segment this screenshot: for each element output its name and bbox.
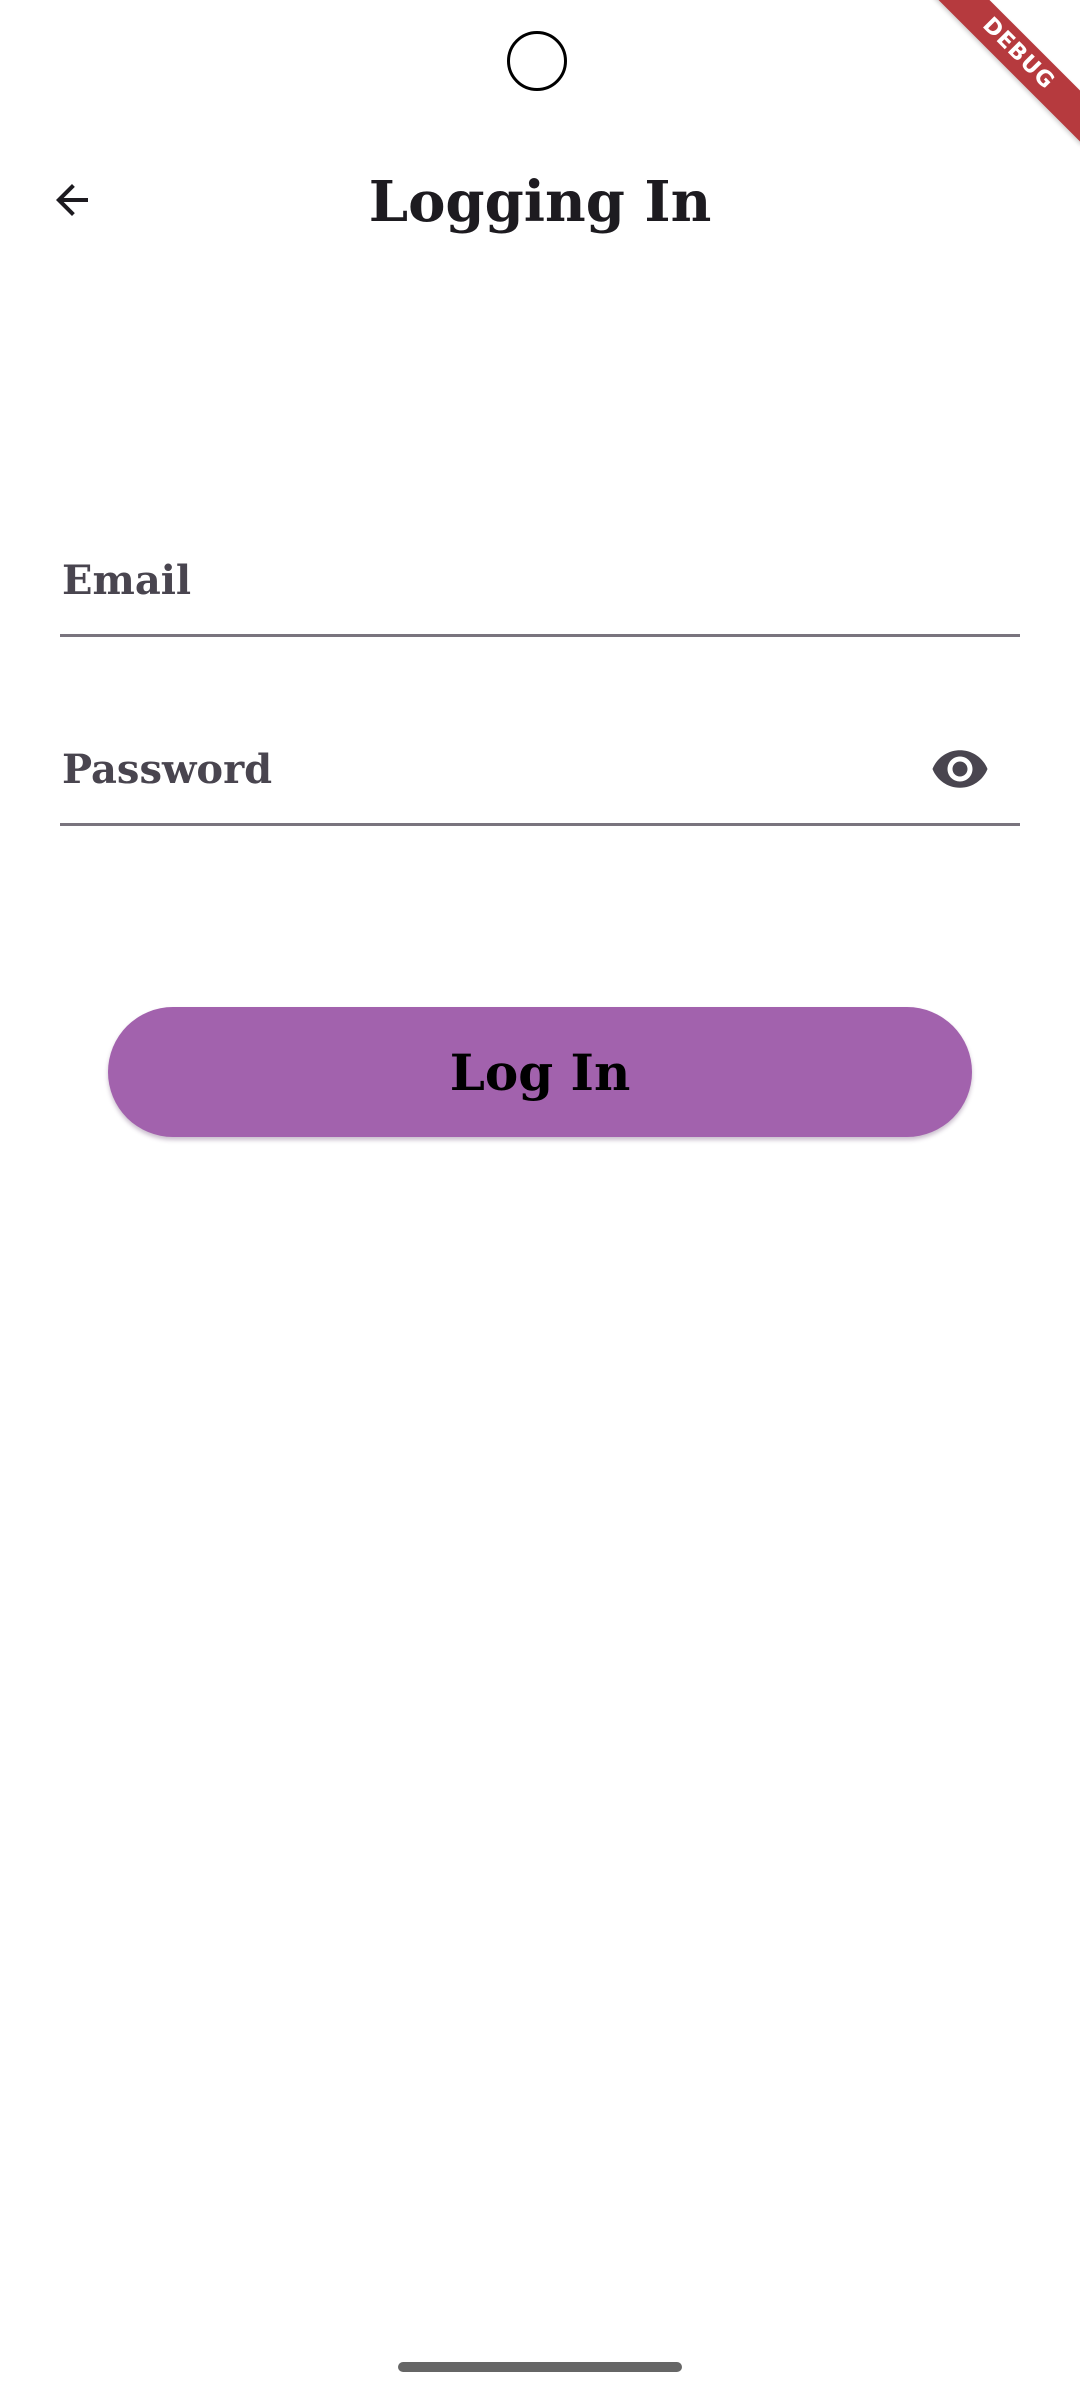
email-field[interactable] (60, 527, 1020, 637)
debug-label: DEBUG (927, 0, 1080, 145)
password-input[interactable] (60, 716, 1020, 823)
page-title: Logging In (368, 169, 712, 235)
eye-icon (930, 739, 990, 803)
camera-cutout (507, 31, 567, 91)
email-input[interactable] (60, 527, 1020, 634)
password-field[interactable] (60, 716, 1020, 826)
login-button[interactable]: Log In (108, 1007, 972, 1137)
home-indicator[interactable] (398, 2362, 682, 2372)
debug-banner: DEBUG (920, 0, 1080, 160)
password-visibility-toggle[interactable] (930, 741, 990, 801)
app-bar: Logging In (0, 150, 1080, 254)
